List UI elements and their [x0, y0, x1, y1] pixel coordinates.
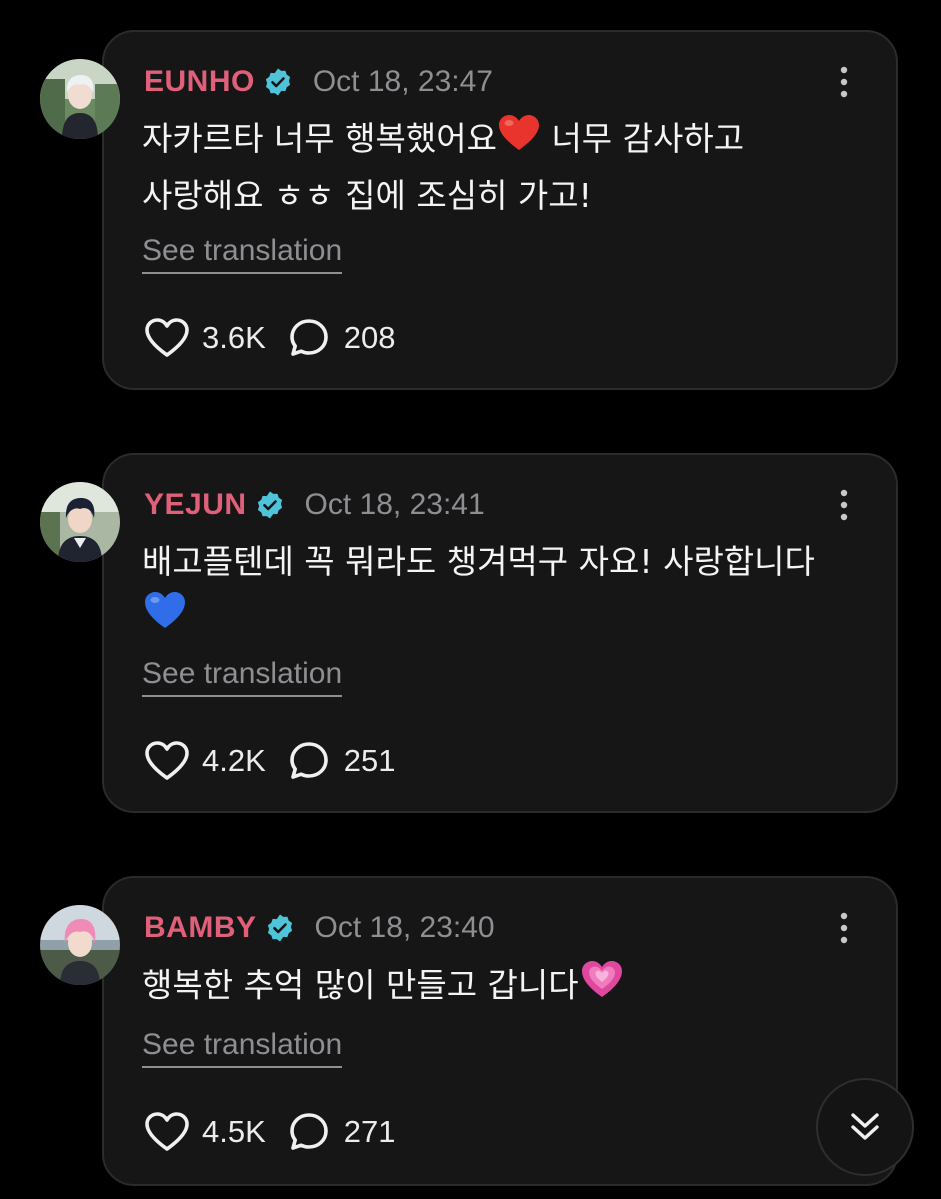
username[interactable]: YEJUN: [144, 488, 247, 522]
timestamp: Oct 18, 23:47: [312, 65, 493, 98]
comment-bubble-icon: [289, 319, 328, 356]
post-text-line: 사랑해요 ㅎㅎ 집에 조심히 가고!: [142, 175, 592, 215]
post-text-line: 자카르타 너무 행복했어요: [142, 119, 497, 158]
comment-button[interactable]: 251: [288, 740, 396, 782]
see-translation-link[interactable]: See translation: [142, 657, 343, 697]
heart-outline-icon: [145, 318, 189, 357]
like-button[interactable]: 4.5K: [144, 1111, 266, 1153]
more-vertical-icon[interactable]: [838, 908, 850, 948]
post-card: EUNHO Oct 18, 23:47 자카르타 너무 행복했어요 너무 감사하…: [102, 30, 898, 390]
post-actions: 4.5K 271: [144, 1110, 418, 1154]
growing-heart-emoji-icon: [579, 958, 625, 1016]
like-count: 3.6K: [202, 320, 266, 355]
post-card: YEJUN Oct 18, 23:41 배고플텐데 꼭 뭐라도 챙겨먹구 자요!…: [102, 453, 898, 813]
username[interactable]: BAMBY: [144, 911, 257, 945]
like-button[interactable]: 4.2K: [144, 740, 266, 782]
verified-badge-icon: [255, 490, 285, 520]
like-count: 4.2K: [202, 743, 266, 778]
see-translation-link[interactable]: See translation: [142, 1028, 343, 1068]
post-text-line: 행복한 추억 많이 만들고 갑니다: [142, 965, 579, 1005]
double-chevron-down-icon: [851, 1113, 879, 1140]
red-heart-emoji-icon: [497, 113, 541, 169]
heart-outline-icon: [145, 741, 189, 780]
see-translation-link[interactable]: See translation: [142, 234, 343, 274]
like-count: 4.5K: [202, 1114, 266, 1149]
post-header: EUNHO Oct 18, 23:47: [144, 62, 493, 102]
comment-button[interactable]: 208: [288, 317, 396, 359]
verified-badge-icon: [265, 913, 295, 943]
avatar[interactable]: [40, 905, 120, 985]
comment-count: 251: [343, 743, 396, 778]
post-header: BAMBY Oct 18, 23:40: [144, 908, 495, 948]
avatar[interactable]: [40, 482, 120, 562]
post-text-line: 너무 감사하고: [540, 119, 745, 158]
scroll-down-button[interactable]: [816, 1078, 914, 1176]
post-header: YEJUN Oct 18, 23:41: [144, 485, 485, 525]
username[interactable]: EUNHO: [144, 65, 255, 99]
like-button[interactable]: 3.6K: [144, 317, 266, 359]
comment-bubble-icon: [289, 742, 328, 779]
post-actions: 3.6K 208: [144, 316, 418, 360]
comment-count: 271: [343, 1114, 396, 1149]
post-text: 자카르타 너무 행복했어요 너무 감사하고 사랑해요 ㅎㅎ 집에 조심히 가고!: [142, 112, 872, 223]
post-text-line: 배고플텐데 꼭 뭐라도 챙겨먹구 자요! 사랑합니다: [142, 542, 815, 581]
heart-outline-icon: [145, 1112, 189, 1151]
more-vertical-icon[interactable]: [838, 485, 850, 525]
comment-bubble-icon: [289, 1113, 328, 1150]
avatar[interactable]: [40, 59, 120, 139]
post-actions: 4.2K 251: [144, 739, 418, 783]
verified-badge-icon: [263, 67, 293, 97]
timestamp: Oct 18, 23:41: [304, 488, 485, 521]
more-vertical-icon[interactable]: [838, 62, 850, 102]
timestamp: Oct 18, 23:40: [314, 911, 495, 944]
blue-heart-emoji-icon: [142, 589, 188, 647]
post-text: 배고플텐데 꼭 뭐라도 챙겨먹구 자요! 사랑합니다: [142, 535, 872, 647]
post-card: BAMBY Oct 18, 23:40 행복한 추억 많이 만들고 갑니다 Se…: [102, 876, 898, 1186]
comment-button[interactable]: 271: [288, 1111, 396, 1153]
comment-count: 208: [343, 320, 396, 355]
post-text: 행복한 추억 많이 만들고 갑니다: [142, 958, 872, 1016]
